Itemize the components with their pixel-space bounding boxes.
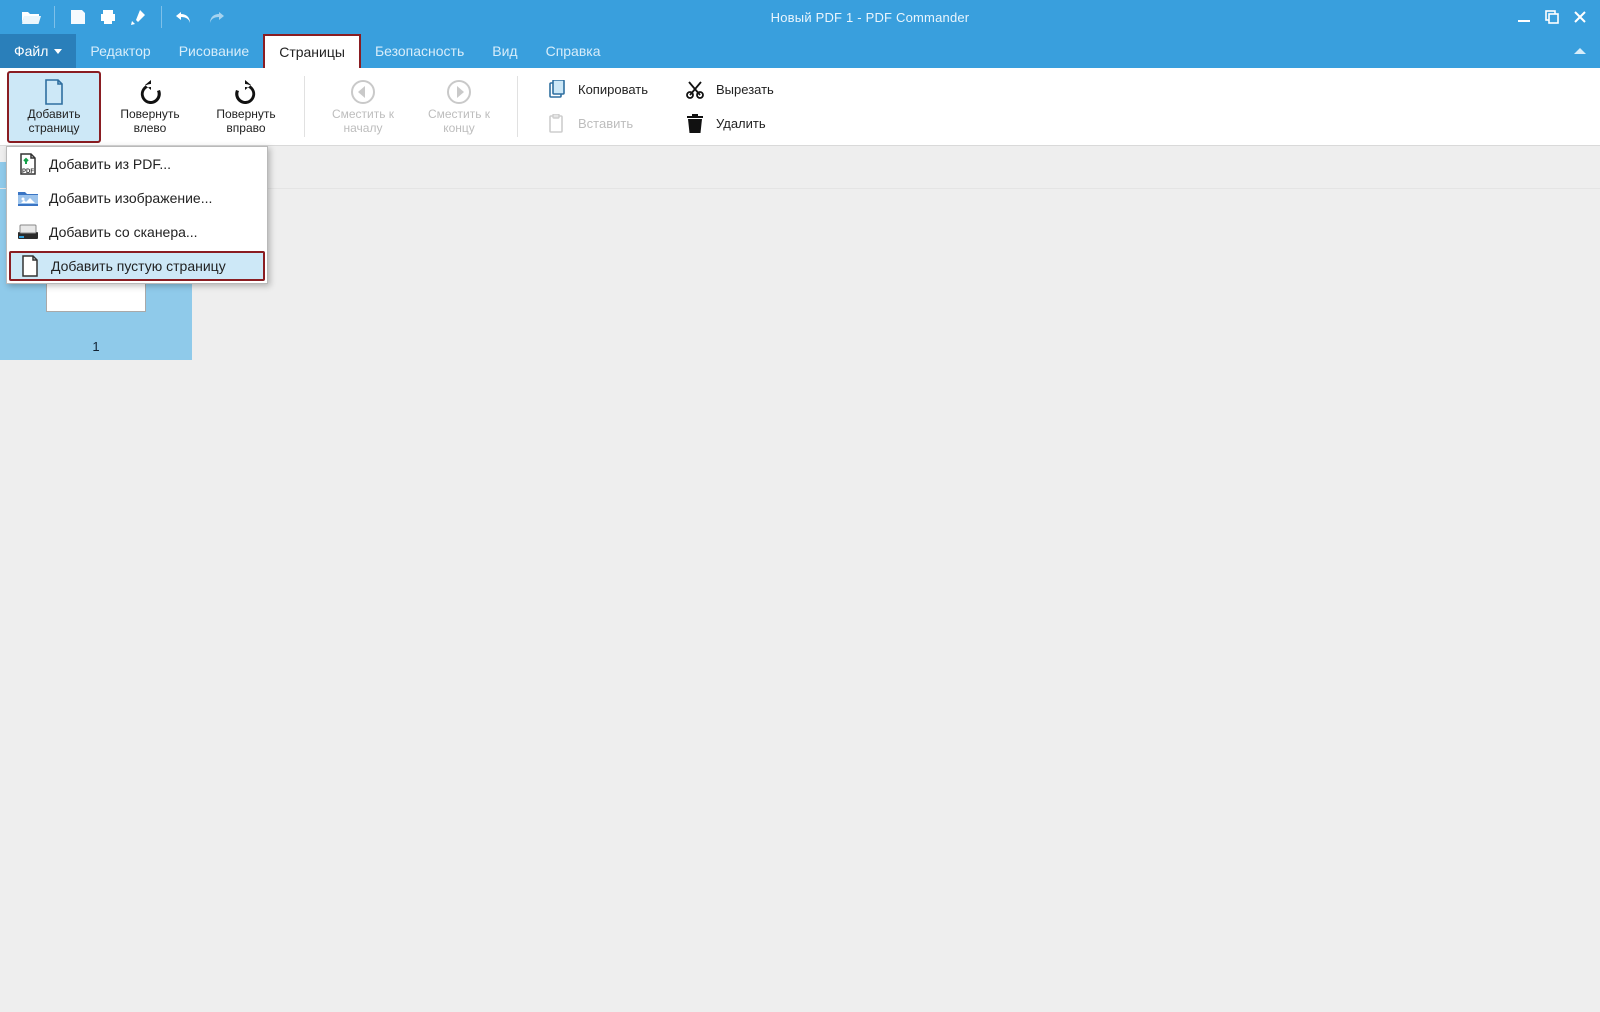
paste-label: Вставить: [578, 116, 633, 131]
trash-icon: [684, 114, 706, 134]
print-icon[interactable]: [93, 0, 123, 34]
minimize-button[interactable]: [1510, 0, 1538, 34]
add-page-l2: страницу: [28, 122, 79, 136]
menu-help-label: Справка: [546, 43, 601, 59]
menu-security-label: Безопасность: [375, 43, 464, 59]
rotate-right-icon: [233, 78, 259, 106]
menu-drawing-label: Рисование: [179, 43, 250, 59]
menu-pages-label: Страницы: [279, 44, 345, 60]
add-from-pdf-item[interactable]: PDF Добавить из PDF...: [7, 147, 267, 181]
maximize-button[interactable]: [1538, 0, 1566, 34]
move-start-l1: Сместить к: [332, 108, 394, 122]
pdf-page-icon: PDF: [17, 153, 39, 175]
undo-icon[interactable]: [170, 0, 200, 34]
ribbon-group-clipboard: Копировать Вставить Вырезать Удалить: [522, 68, 798, 145]
menu-file-label: Файл: [14, 43, 48, 59]
window-title: Новый PDF 1 - PDF Commander: [230, 10, 1510, 25]
rotate-left-l2: влево: [134, 122, 167, 136]
move-start-l2: началу: [344, 122, 383, 136]
page-number: 1: [92, 339, 99, 354]
menu-editor-label: Редактор: [90, 43, 150, 59]
copy-label: Копировать: [578, 82, 648, 97]
copy-button[interactable]: Копировать: [536, 73, 658, 107]
rotate-right-l2: вправо: [226, 122, 265, 136]
brush-icon[interactable]: [123, 0, 153, 34]
menu-security[interactable]: Безопасность: [361, 34, 478, 68]
add-page-button[interactable]: Добавить страницу: [8, 72, 100, 142]
image-folder-icon: [17, 189, 39, 207]
save-icon[interactable]: [63, 0, 93, 34]
menu-pages[interactable]: Страницы: [263, 34, 361, 68]
add-blank-page-item[interactable]: Добавить пустую страницу: [9, 251, 265, 281]
page-icon: [43, 78, 65, 106]
menu-bar: Файл Редактор Рисование Страницы Безопас…: [0, 34, 1600, 68]
menu-file[interactable]: Файл: [0, 34, 76, 68]
quick-access-toolbar: [0, 0, 230, 34]
close-button[interactable]: [1566, 0, 1594, 34]
menu-help[interactable]: Справка: [532, 34, 615, 68]
delete-label: Удалить: [716, 116, 766, 131]
window-controls: [1510, 0, 1600, 34]
menu-view[interactable]: Вид: [478, 34, 531, 68]
collapse-ribbon-button[interactable]: [1560, 34, 1600, 68]
svg-text:PDF: PDF: [22, 169, 34, 175]
ribbon-separator: [304, 76, 305, 137]
add-page-l1: Добавить: [27, 108, 80, 122]
add-blank-page-label: Добавить пустую страницу: [51, 258, 226, 274]
separator: [161, 6, 162, 28]
paste-button[interactable]: Вставить: [536, 107, 658, 141]
scanner-icon: [17, 224, 39, 240]
ribbon: Добавить страницу Повернуть влево Поверн…: [0, 68, 1600, 146]
move-to-end-button[interactable]: Сместить к концу: [413, 72, 505, 142]
add-page-dropdown: PDF Добавить из PDF... Добавить изображе…: [6, 146, 268, 284]
open-icon[interactable]: [16, 0, 46, 34]
cut-label: Вырезать: [716, 82, 774, 97]
paste-icon: [546, 114, 568, 134]
ribbon-group-pages: Добавить страницу Повернуть влево Поверн…: [0, 68, 300, 145]
arrow-left-circle-icon: [350, 78, 376, 106]
ribbon-group-move: Сместить к началу Сместить к концу: [309, 68, 513, 145]
copy-icon: [546, 80, 568, 100]
add-scanner-label: Добавить со сканера...: [49, 224, 198, 240]
add-image-label: Добавить изображение...: [49, 190, 212, 206]
rotate-left-icon: [137, 78, 163, 106]
arrow-right-circle-icon: [446, 78, 472, 106]
caret-down-icon: [54, 49, 62, 54]
rotate-right-l1: Повернуть: [216, 108, 275, 122]
separator: [54, 6, 55, 28]
move-end-l1: Сместить к: [428, 108, 490, 122]
move-end-l2: концу: [443, 122, 475, 136]
blank-page-icon: [19, 255, 41, 277]
rotate-left-l1: Повернуть: [120, 108, 179, 122]
scissors-icon: [684, 80, 706, 100]
menu-drawing[interactable]: Рисование: [165, 34, 264, 68]
add-image-item[interactable]: Добавить изображение...: [7, 181, 267, 215]
delete-button[interactable]: Удалить: [674, 107, 784, 141]
menu-editor[interactable]: Редактор: [76, 34, 164, 68]
rotate-left-button[interactable]: Повернуть влево: [104, 72, 196, 142]
move-to-start-button[interactable]: Сместить к началу: [317, 72, 409, 142]
menu-view-label: Вид: [492, 43, 517, 59]
rotate-right-button[interactable]: Повернуть вправо: [200, 72, 292, 142]
title-bar: Новый PDF 1 - PDF Commander: [0, 0, 1600, 34]
add-scanner-item[interactable]: Добавить со сканера...: [7, 215, 267, 249]
redo-icon[interactable]: [200, 0, 230, 34]
cut-button[interactable]: Вырезать: [674, 73, 784, 107]
add-from-pdf-label: Добавить из PDF...: [49, 156, 171, 172]
ribbon-separator: [517, 76, 518, 137]
